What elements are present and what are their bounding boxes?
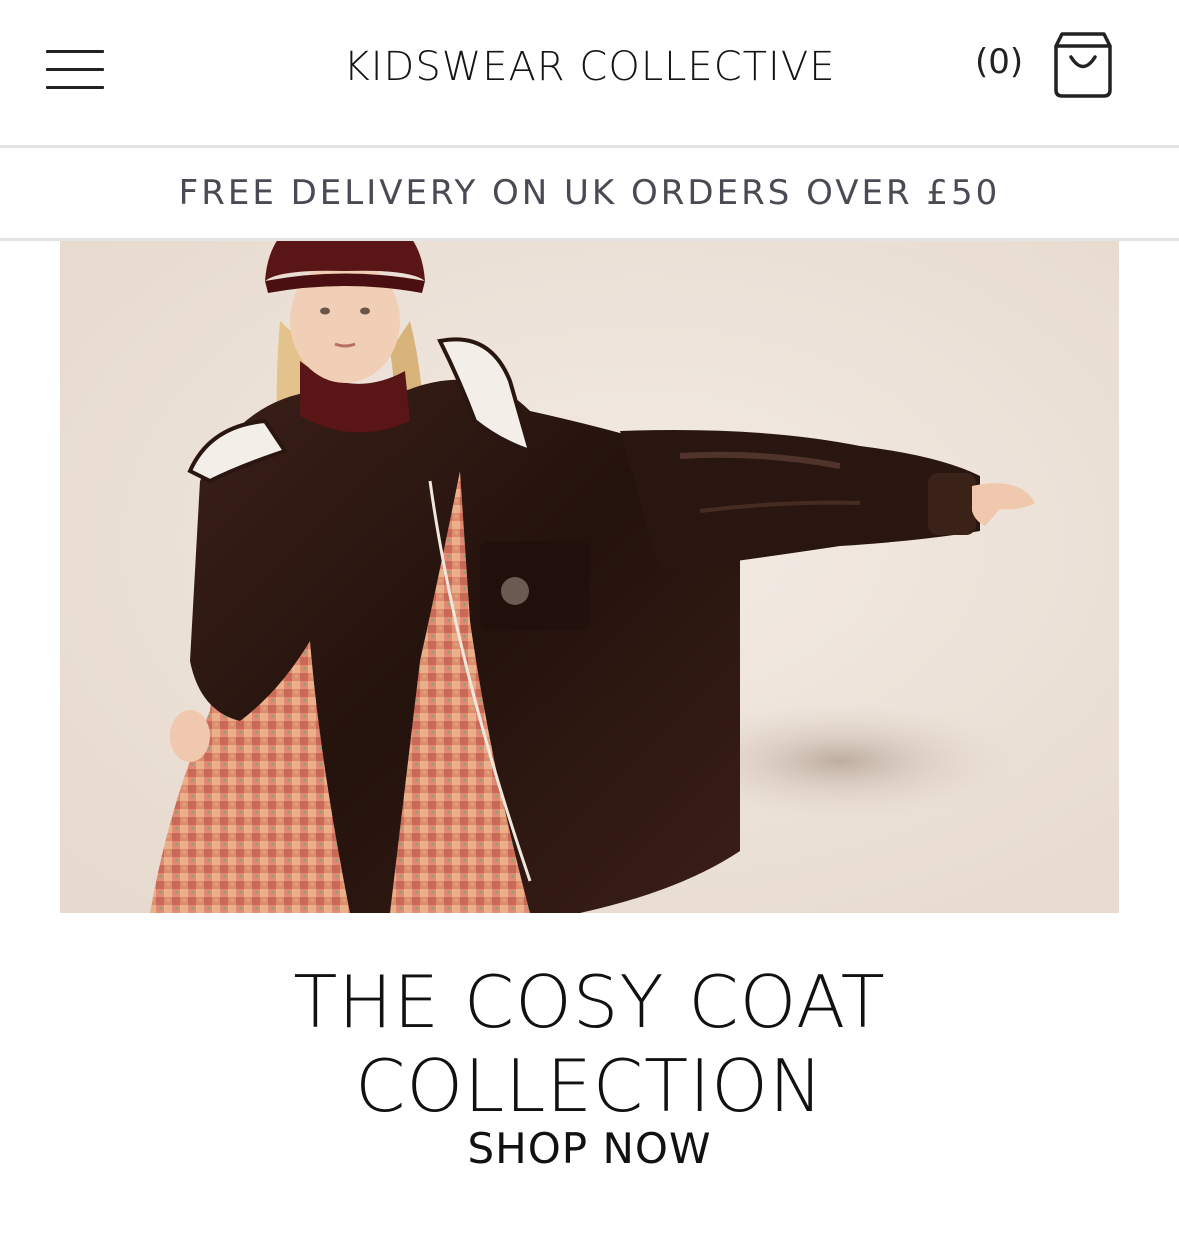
promo-banner: FREE DELIVERY ON UK ORDERS OVER £50	[178, 173, 1001, 213]
shop-now-link[interactable]: SHOP NOW	[0, 1124, 1179, 1173]
hero-headline: THE COSY COAT COLLECTION	[0, 960, 1179, 1128]
hero-image[interactable]	[60, 241, 1119, 913]
shopping-bag-icon[interactable]	[1050, 30, 1116, 100]
hero-headline-line1: THE COSY COAT	[293, 960, 886, 1044]
page: KIDSWEAR COLLECTIVE (0) FREE DELIVERY ON…	[0, 0, 1179, 1252]
site-header: KIDSWEAR COLLECTIVE (0)	[0, 0, 1179, 146]
hero-headline-line2: COLLECTION	[355, 1044, 824, 1128]
cart-count[interactable]: (0)	[975, 42, 1023, 82]
